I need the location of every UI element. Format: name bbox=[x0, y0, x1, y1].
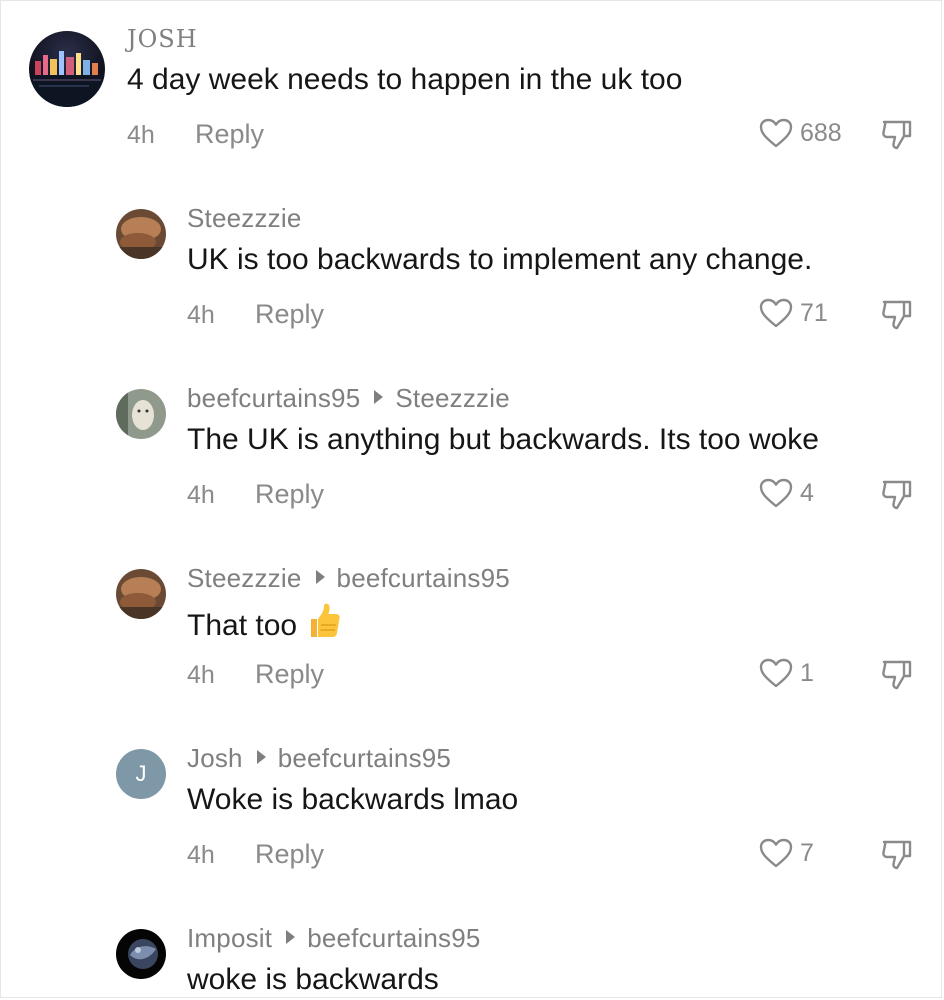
city-night-avatar-icon bbox=[29, 31, 105, 107]
username-author[interactable]: Imposit bbox=[187, 923, 272, 953]
comment-username[interactable]: JOSH bbox=[127, 25, 198, 53]
avatar-initial: J bbox=[135, 761, 147, 786]
reply-arrow-icon bbox=[256, 750, 266, 764]
user-avatar[interactable] bbox=[116, 209, 166, 259]
comment-username[interactable]: Steezzzie beefcurtains95 bbox=[187, 563, 510, 594]
comment-username[interactable]: Imposit beefcurtains95 bbox=[187, 923, 481, 954]
comment-text-content: That too bbox=[187, 609, 298, 642]
user-avatar[interactable] bbox=[116, 569, 166, 619]
thumbs-up-emoji-icon bbox=[307, 603, 341, 647]
thumbs-down-icon bbox=[882, 480, 912, 510]
username-author[interactable]: Josh bbox=[187, 743, 243, 773]
user-avatar[interactable] bbox=[116, 929, 166, 979]
heart-icon bbox=[759, 478, 793, 508]
comment-text: That too bbox=[187, 603, 341, 647]
comment-time: 4h bbox=[187, 481, 215, 509]
like-count: 71 bbox=[800, 298, 828, 327]
thumbs-down-icon bbox=[882, 300, 912, 330]
comment-username[interactable]: Steezzzie bbox=[187, 203, 302, 234]
thumbs-down-icon bbox=[882, 840, 912, 870]
photo-avatar-icon bbox=[116, 209, 166, 259]
reply-arrow-icon bbox=[315, 570, 325, 584]
comment-text: Woke is backwards lmao bbox=[187, 783, 519, 816]
reply-target-username[interactable]: beefcurtains95 bbox=[307, 923, 480, 953]
comment-text: UK is too backwards to implement any cha… bbox=[187, 243, 813, 276]
thumbs-down-icon bbox=[882, 660, 912, 690]
reply-target-username[interactable]: Steezzzie bbox=[395, 383, 510, 413]
like-button[interactable]: 4 bbox=[758, 477, 814, 509]
comment-time: 4h bbox=[187, 301, 215, 329]
reply-target-username[interactable]: beefcurtains95 bbox=[278, 743, 451, 773]
dislike-button[interactable] bbox=[879, 298, 915, 337]
like-count: 7 bbox=[800, 838, 814, 867]
dislike-button[interactable] bbox=[879, 838, 915, 877]
comment-time: 4h bbox=[187, 841, 215, 869]
reply-button[interactable]: Reply bbox=[255, 479, 324, 510]
comment-text: 4 day week needs to happen in the uk too bbox=[127, 63, 683, 96]
username-author[interactable]: beefcurtains95 bbox=[187, 383, 360, 413]
comment-username[interactable]: Josh beefcurtains95 bbox=[187, 743, 451, 774]
dislike-button[interactable] bbox=[879, 658, 915, 697]
like-button[interactable]: 71 bbox=[758, 297, 828, 329]
dislike-button[interactable] bbox=[879, 478, 915, 517]
like-count: 4 bbox=[800, 478, 814, 507]
comment-text: The UK is anything but backwards. Its to… bbox=[187, 423, 819, 456]
heart-icon bbox=[759, 118, 793, 148]
reply-button[interactable]: Reply bbox=[195, 119, 264, 150]
heart-icon bbox=[759, 838, 793, 868]
thumbs-down-icon bbox=[882, 120, 912, 150]
username-author[interactable]: Steezzzie bbox=[187, 563, 302, 593]
like-count: 1 bbox=[800, 658, 814, 687]
user-avatar[interactable]: J bbox=[116, 749, 166, 799]
reply-arrow-icon bbox=[286, 930, 296, 944]
heart-icon bbox=[759, 658, 793, 688]
heart-icon bbox=[759, 298, 793, 328]
dislike-button[interactable] bbox=[879, 118, 915, 157]
comment-username[interactable]: beefcurtains95 Steezzzie bbox=[187, 383, 510, 414]
user-avatar[interactable] bbox=[29, 31, 105, 107]
like-button[interactable]: 688 bbox=[758, 117, 842, 149]
reply-target-username[interactable]: beefcurtains95 bbox=[337, 563, 510, 593]
planet-avatar-icon bbox=[116, 929, 166, 979]
reply-button[interactable]: Reply bbox=[255, 659, 324, 690]
comment-time: 4h bbox=[127, 121, 155, 149]
like-count: 688 bbox=[800, 118, 842, 147]
reply-arrow-icon bbox=[374, 390, 384, 404]
reply-button[interactable]: Reply bbox=[255, 299, 324, 330]
user-avatar[interactable] bbox=[116, 389, 166, 439]
reply-button[interactable]: Reply bbox=[255, 839, 324, 870]
comment-text: woke is backwards bbox=[187, 963, 439, 996]
like-button[interactable]: 7 bbox=[758, 837, 814, 869]
like-button[interactable]: 1 bbox=[758, 657, 814, 689]
comments-panel: JOSH 4 day week needs to happen in the u… bbox=[0, 0, 942, 998]
comment-time: 4h bbox=[187, 661, 215, 689]
photo-avatar-icon bbox=[116, 389, 166, 439]
photo-avatar-icon bbox=[116, 569, 166, 619]
